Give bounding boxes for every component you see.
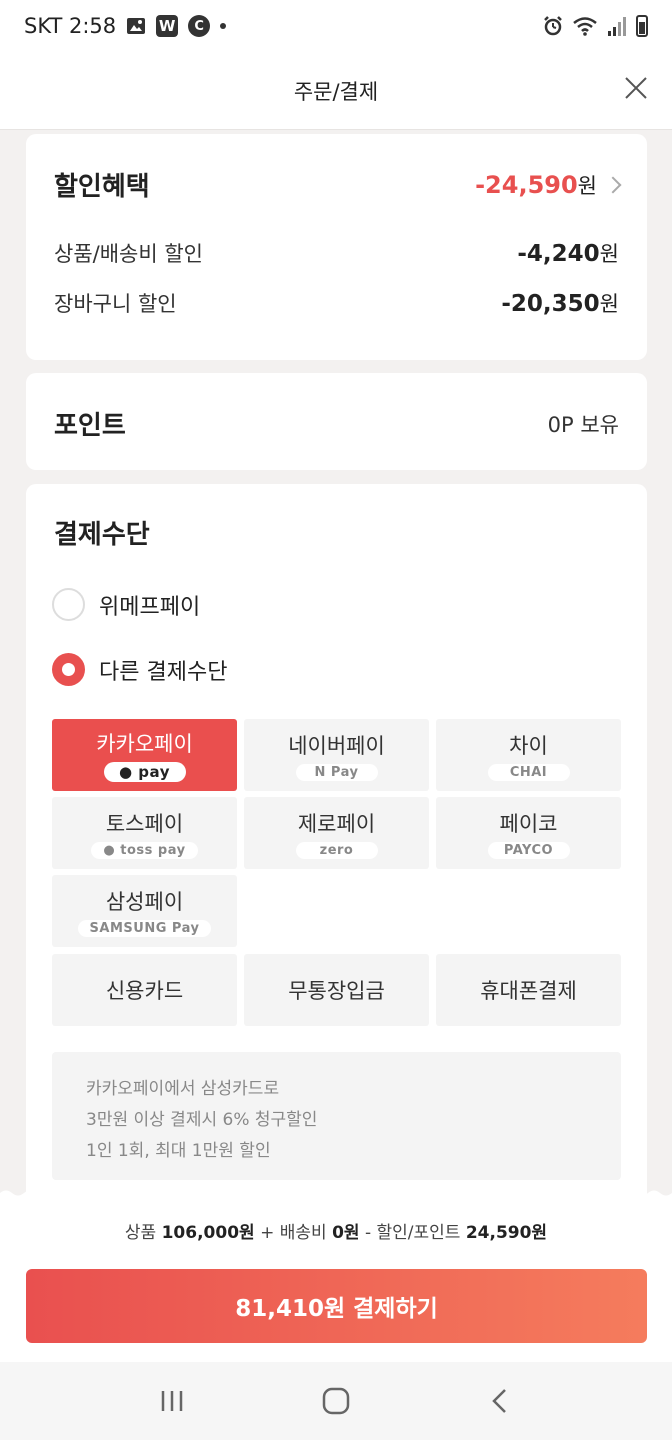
back-icon[interactable]	[486, 1387, 514, 1415]
signal-icon	[608, 17, 626, 36]
discount-value: -20,350원	[501, 291, 619, 317]
discount-total-amount: -24,590원	[475, 170, 597, 199]
payment-title-row: 결제수단	[54, 514, 619, 551]
discount-row-cart: 장바구니 할인 -20,350원	[54, 288, 619, 318]
discount-label: 상품/배송비 할인	[54, 242, 203, 266]
points-card: 포인트 0P 보유	[26, 373, 647, 470]
method-zeropay[interactable]: 제로페이 zero	[244, 797, 429, 869]
zeropay-logo: zero	[295, 841, 378, 859]
method-payco[interactable]: 페이코 PAYCO	[436, 797, 621, 869]
discount-total[interactable]: -24,590원	[475, 170, 622, 200]
points-title: 포인트	[54, 411, 126, 441]
radio-button[interactable]	[52, 588, 85, 621]
checkout-footer: 상품 106,000원 + 배송비 0원 - 할인/포인트 24,590원 81…	[0, 1190, 672, 1362]
status-left: SKT 2:58 W C	[24, 14, 227, 38]
payment-card: 결제수단 위메프페이 다른 결제수단 카카오페이 ● pay 네이버페이 N P…	[26, 484, 647, 1224]
method-bank-transfer[interactable]: 무통장입금	[244, 954, 429, 1026]
promo-info-box: 카카오페이에서 삼성카드로 3만원 이상 결제시 6% 청구할인 1인 1회, …	[52, 1052, 621, 1180]
method-chai[interactable]: 차이 CHAI	[436, 719, 621, 791]
status-bar: SKT 2:58 W C	[0, 0, 672, 52]
naverpay-logo: N Pay	[295, 763, 378, 781]
method-label: 네이버페이	[288, 733, 385, 758]
payment-title: 결제수단	[54, 520, 150, 550]
method-label: 신용카드	[105, 979, 184, 1003]
discount-header-row[interactable]: 할인혜택 -24,590원	[54, 166, 622, 203]
method-label: 페이코	[499, 811, 558, 836]
tosspay-logo: ● toss pay	[91, 841, 198, 859]
discount-row-product: 상품/배송비 할인 -4,240원	[54, 238, 619, 268]
method-label: 카카오페이	[96, 732, 193, 756]
radio-label: 다른 결제수단	[99, 659, 228, 685]
w-app-icon: W	[156, 15, 179, 37]
method-tosspay[interactable]: 토스페이 ● toss pay	[52, 797, 237, 869]
close-icon[interactable]	[622, 74, 650, 102]
method-label: 차이	[509, 733, 548, 758]
method-kakaopay[interactable]: 카카오페이 ● pay	[52, 719, 237, 791]
c-app-icon: C	[188, 15, 211, 37]
page-header: 주문/결제	[0, 52, 672, 130]
promo-line: 카카오페이에서 삼성카드로	[86, 1079, 280, 1099]
method-label: 삼성페이	[105, 889, 184, 914]
method-naverpay[interactable]: 네이버페이 N Pay	[244, 719, 429, 791]
gallery-icon	[127, 18, 146, 34]
chevron-right-icon	[604, 176, 622, 193]
promo-line: 1인 1회, 최대 1만원 할인	[86, 1141, 271, 1161]
method-label: 제로페이	[297, 811, 376, 836]
method-label: 휴대폰결제	[480, 979, 577, 1003]
method-label: 무통장입금	[288, 979, 385, 1003]
discount-title: 할인혜택	[54, 172, 150, 202]
kakaopay-logo: ● pay	[103, 762, 186, 782]
points-row: 포인트 0P 보유	[54, 405, 619, 442]
method-credit-card[interactable]: 신용카드	[52, 954, 237, 1026]
method-samsungpay[interactable]: 삼성페이 SAMSUNG Pay	[52, 875, 237, 947]
payco-logo: PAYCO	[487, 841, 570, 859]
method-label: 토스페이	[105, 811, 184, 836]
discount-value: -4,240원	[517, 241, 619, 267]
samsungpay-logo: SAMSUNG Pay	[77, 919, 212, 937]
alarm-icon	[544, 16, 562, 36]
status-right	[542, 15, 648, 37]
recent-apps-icon[interactable]	[158, 1387, 186, 1415]
radio-button-checked[interactable]	[52, 653, 85, 686]
chai-logo: CHAI	[487, 763, 570, 781]
discount-label: 장바구니 할인	[54, 292, 177, 316]
method-phone-payment[interactable]: 휴대폰결제	[436, 954, 621, 1026]
home-icon[interactable]	[321, 1386, 351, 1416]
points-value: 0P 보유	[547, 412, 619, 437]
page-title: 주문/결제	[293, 79, 379, 104]
battery-icon	[636, 15, 648, 37]
radio-label: 위메프페이	[99, 594, 201, 620]
radio-other-methods[interactable]: 다른 결제수단	[52, 653, 227, 686]
discount-card: 할인혜택 -24,590원 상품/배송비 할인 -4,240원 장바구니 할인 …	[26, 134, 647, 360]
wifi-icon	[573, 17, 597, 36]
pay-button[interactable]: 81,410원 결제하기	[26, 1269, 647, 1343]
system-nav-bar	[0, 1362, 672, 1440]
promo-line: 3만원 이상 결제시 6% 청구할인	[86, 1110, 318, 1130]
carrier-time: SKT 2:58	[24, 14, 117, 38]
radio-wemakeprice-pay[interactable]: 위메프페이	[52, 588, 200, 621]
receipt-edge	[0, 1190, 672, 1198]
notification-dot-icon	[220, 23, 227, 29]
price-summary: 상품 106,000원 + 배송비 0원 - 할인/포인트 24,590원	[124, 1223, 548, 1243]
